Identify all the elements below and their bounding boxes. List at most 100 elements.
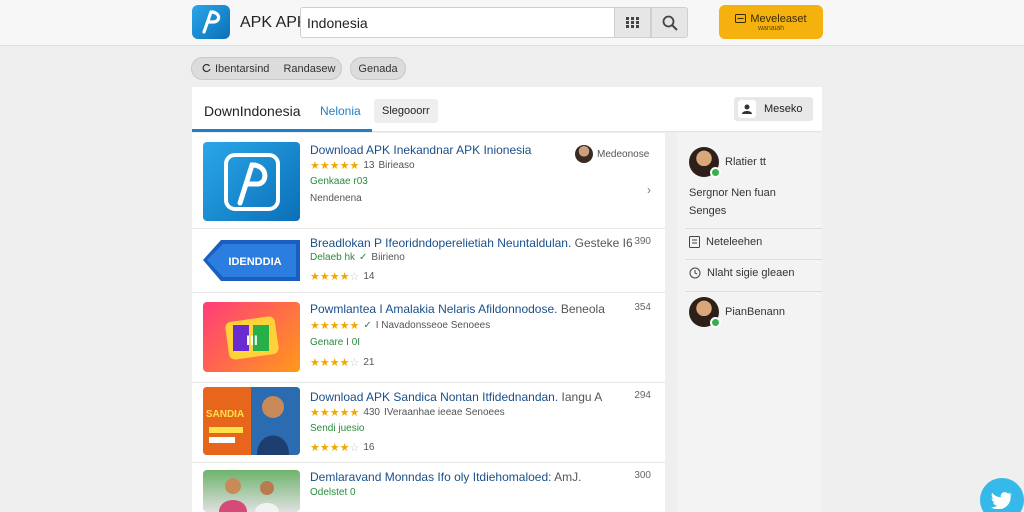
app-title: Powmlantea I Amalakia Nelaris Afildonnod… xyxy=(310,302,558,316)
avatar xyxy=(689,297,721,328)
app-size: 354 xyxy=(634,302,651,313)
app-category: Sendi juesio xyxy=(310,423,365,434)
promo-label: Meveleaset xyxy=(750,12,807,25)
chip-label-a: Ibentarsind xyxy=(215,62,270,75)
search-button[interactable] xyxy=(651,7,688,38)
grid-button[interactable] xyxy=(614,7,651,38)
rating-stars: ★★★★☆ xyxy=(310,357,360,369)
tab-bar: DownIndonesia Nelonia Slegooorr Meseko xyxy=(192,87,822,132)
sidebar-item-notes[interactable]: Neteleehen xyxy=(689,236,762,248)
rating-stars: ★★★★☆ xyxy=(310,442,360,454)
sidebar-user-name: PianBenann xyxy=(725,306,785,318)
app-logo[interactable] xyxy=(192,5,230,39)
grid-icon xyxy=(626,17,639,28)
active-tab-indicator xyxy=(192,129,372,132)
meseko-button[interactable]: Meseko xyxy=(734,97,813,121)
app-list: Download APK Inekandnar APK Inionesia ★★… xyxy=(192,133,665,512)
sidebar-text-sub: Senges xyxy=(689,205,727,217)
right-sidebar: Rlatier tt Sergnor Nen fuan Senges Netel… xyxy=(677,133,822,512)
check-icon: ✓ xyxy=(363,320,372,331)
app-thumbnail[interactable]: IDENDDIA xyxy=(203,236,300,285)
chevron-right-icon[interactable]: › xyxy=(647,183,651,197)
avatar xyxy=(689,147,721,178)
app-thumbnail[interactable] xyxy=(203,142,300,221)
check-icon: ✓ xyxy=(359,252,368,263)
app-thumbnail[interactable]: III xyxy=(203,302,300,372)
uploader-name: Medeonose xyxy=(597,148,650,160)
app-size: 390 xyxy=(634,236,651,247)
sidebar-item-label: Nlaht sigie gleaen xyxy=(707,267,795,279)
twitter-share-button[interactable] xyxy=(980,478,1024,512)
rating-count: 14 xyxy=(363,271,375,282)
divider xyxy=(685,228,822,229)
document-icon xyxy=(689,236,700,248)
bird-icon xyxy=(991,492,1012,509)
sidebar-user-name: Rlatier tt xyxy=(725,156,766,168)
app-title-suffix: Iangu A xyxy=(561,390,603,404)
people-photo-icon xyxy=(219,478,279,512)
app-title: Demlaravand Monndas Ifo oly Itdiehomaloe… xyxy=(310,470,552,484)
tab-nelonia[interactable]: Nelonia xyxy=(320,104,361,118)
app-size: 294 xyxy=(634,390,651,401)
rating-count: 16 xyxy=(363,442,375,453)
promo-sublabel: wanaiah xyxy=(757,24,785,32)
brand-name[interactable]: APK APK xyxy=(240,14,308,32)
app-thumbnail[interactable]: SANDIA xyxy=(203,387,300,455)
svg-text:III: III xyxy=(246,332,258,348)
rating-stars: ★★★★★ xyxy=(310,320,360,332)
list-item[interactable]: SANDIA Download APK Sandica Nontan Itfid… xyxy=(192,383,665,463)
message-icon xyxy=(735,14,747,23)
app-thumbnail[interactable] xyxy=(203,470,300,512)
app-size: 300 xyxy=(634,470,651,481)
sidebar-item-night[interactable]: Nlaht sigie gleaen xyxy=(689,267,794,279)
rating-count: 13 xyxy=(363,160,375,171)
svg-text:IDENDDIA: IDENDDIA xyxy=(228,256,281,268)
app-title-suffix: Beneola xyxy=(560,302,605,316)
search-icon xyxy=(662,15,678,31)
rating-count: 21 xyxy=(363,357,375,368)
list-item[interactable]: III Powmlantea I Amalakia Nelaris Afildo… xyxy=(192,293,665,383)
divider xyxy=(685,291,822,292)
chip-label-b: Randasew xyxy=(283,62,336,75)
sidebar-item-label: Neteleehen xyxy=(706,236,763,248)
app-category: Genkaae r03 xyxy=(310,176,368,187)
sidebar-user-2[interactable]: PianBenann xyxy=(689,297,785,328)
app-title-suffix: AmJ. xyxy=(554,470,582,484)
filter-chip-primary[interactable]: Ibentarsind Randasew xyxy=(191,57,342,80)
app-meta: IVeraanhae ieeae Senoees xyxy=(384,407,505,418)
rating-stars: ★★★★★ xyxy=(310,160,360,172)
rating-count: 430 xyxy=(363,407,380,418)
tab-downindonesia[interactable]: DownIndonesia xyxy=(204,103,301,119)
avatar xyxy=(575,145,593,163)
app-category: Genare I 0I xyxy=(310,337,361,348)
list-item[interactable]: Demlaravand Monndas Ifo oly Itdiehomaloe… xyxy=(192,463,665,512)
clock-icon xyxy=(689,267,701,279)
app-title-suffix: Gesteke I6 xyxy=(574,236,633,250)
movie-poster-icon: SANDIA xyxy=(203,387,300,455)
rating-stars: ★★★★★ xyxy=(310,407,360,419)
sidebar-user-1[interactable]: Rlatier tt xyxy=(689,147,766,178)
refresh-icon xyxy=(202,64,211,73)
app-title[interactable]: Download APK Inekandnar APK Inionesia xyxy=(310,143,531,157)
svg-text:SANDIA: SANDIA xyxy=(206,409,244,420)
online-status-icon xyxy=(710,317,721,328)
user-icon xyxy=(738,100,756,118)
app-meta: Birieaso xyxy=(378,160,415,171)
list-item[interactable]: Download APK Inekandnar APK Inionesia ★★… xyxy=(192,133,665,229)
app-developer: Nendenena xyxy=(310,193,362,204)
sidebar-text: Sergnor Nen fuan xyxy=(689,187,776,199)
app-category: Delaeb hk xyxy=(310,252,356,263)
online-status-icon xyxy=(710,167,721,178)
promo-button[interactable]: Meveleaset wanaiah xyxy=(719,5,823,39)
app-title: Download APK Sandica Nontan Itfidednanda… xyxy=(310,390,559,404)
meseko-label: Meseko xyxy=(764,103,803,115)
banner-icon: IDENDDIA xyxy=(203,240,300,281)
search-input[interactable] xyxy=(300,7,615,38)
rating-stars: ★★★★☆ xyxy=(310,271,360,283)
list-item[interactable]: IDENDDIA Breadlokan P Ifeoridndopereliet… xyxy=(192,229,665,293)
divider xyxy=(685,259,822,260)
app-logo-icon xyxy=(223,152,280,211)
app-meta: I Navadonsseoe Senoees xyxy=(375,320,491,331)
filter-chip-secondary[interactable]: Genada xyxy=(350,57,406,80)
tab-slegooorr[interactable]: Slegooorr xyxy=(374,99,438,123)
